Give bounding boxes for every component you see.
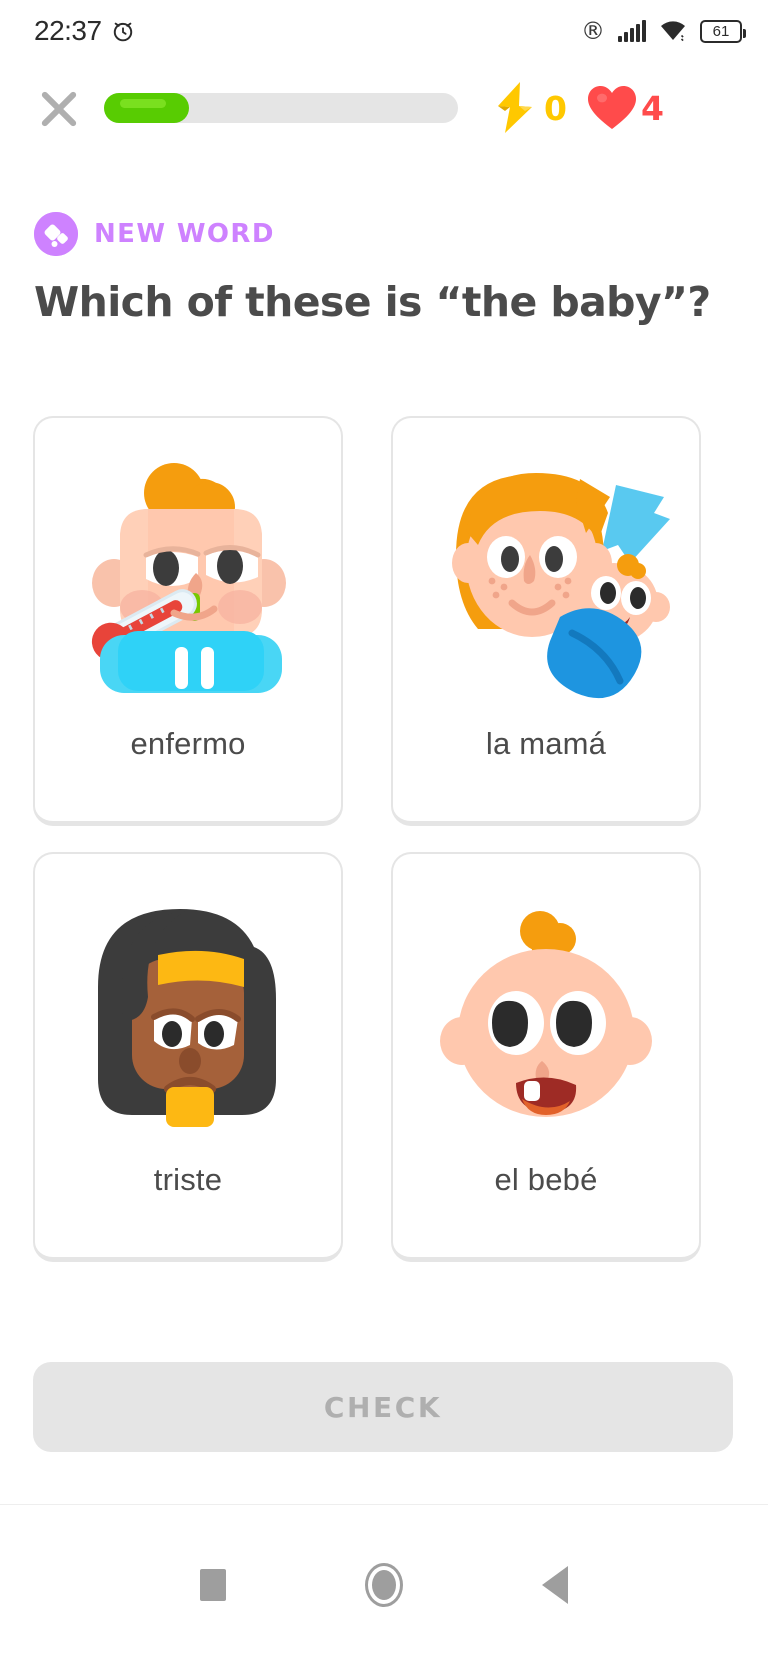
circle-home-icon[interactable] xyxy=(364,1562,403,1607)
choice-label: la mamá xyxy=(485,726,607,761)
choice-card-enfermo[interactable]: enfermo xyxy=(33,416,343,826)
choice-label: triste xyxy=(153,1162,223,1197)
battery-icon: 61 xyxy=(700,19,746,43)
choice-grid: enfermo la mamá triste el bebé xyxy=(33,416,701,1262)
new-word-gem-icon xyxy=(34,212,78,256)
triangle-back-icon[interactable] xyxy=(542,1565,569,1604)
heart-icon[interactable] xyxy=(587,85,637,131)
cellular-signal-icon xyxy=(618,20,646,42)
android-status-bar: 22:37 ® 61 xyxy=(0,0,768,62)
android-navigation-bar xyxy=(0,1504,768,1664)
battery-level-label: 61 xyxy=(712,22,730,40)
sad-woman-illustration xyxy=(35,854,341,1154)
mother-holding-baby-illustration xyxy=(393,418,699,718)
lesson-header: 0 4 xyxy=(0,72,768,144)
wifi-icon xyxy=(661,21,685,42)
close-icon[interactable] xyxy=(32,81,86,135)
choice-label: enfermo xyxy=(130,726,246,761)
choice-card-triste[interactable]: triste xyxy=(33,852,343,1262)
check-button[interactable]: CHECK xyxy=(33,1362,733,1452)
question-prompt: Which of these is “the baby”? xyxy=(34,278,711,326)
choice-card-la-mama[interactable]: la mamá xyxy=(391,416,701,826)
xp-value: 0 xyxy=(544,88,567,128)
baby-face-illustration xyxy=(393,854,699,1154)
status-bar-right: ® 61 xyxy=(581,17,746,45)
alarm-clock-icon xyxy=(113,22,132,42)
header-stats: 0 4 xyxy=(492,81,664,135)
lesson-progress-fill xyxy=(104,93,189,123)
progress-shine xyxy=(120,99,166,108)
new-word-badge: NEW WORD xyxy=(34,212,275,256)
choice-card-el-bebe[interactable]: el bebé xyxy=(391,852,701,1262)
choice-label: el bebé xyxy=(494,1162,598,1197)
status-bar-left: 22:37 xyxy=(34,15,136,47)
square-recents-icon[interactable] xyxy=(199,1568,226,1601)
status-bar-clock: 22:37 xyxy=(34,15,102,46)
roaming-icon: ® xyxy=(581,17,605,45)
hearts-value: 4 xyxy=(640,88,664,128)
lesson-progress-bar xyxy=(104,93,458,123)
new-word-label: NEW WORD xyxy=(94,219,275,249)
duolingo-lesson-screen: 22:37 ® 61 0 4 NEW WORD Which of these i… xyxy=(0,0,768,1664)
lightning-bolt-icon[interactable] xyxy=(492,81,540,135)
sick-person-illustration xyxy=(35,418,341,718)
